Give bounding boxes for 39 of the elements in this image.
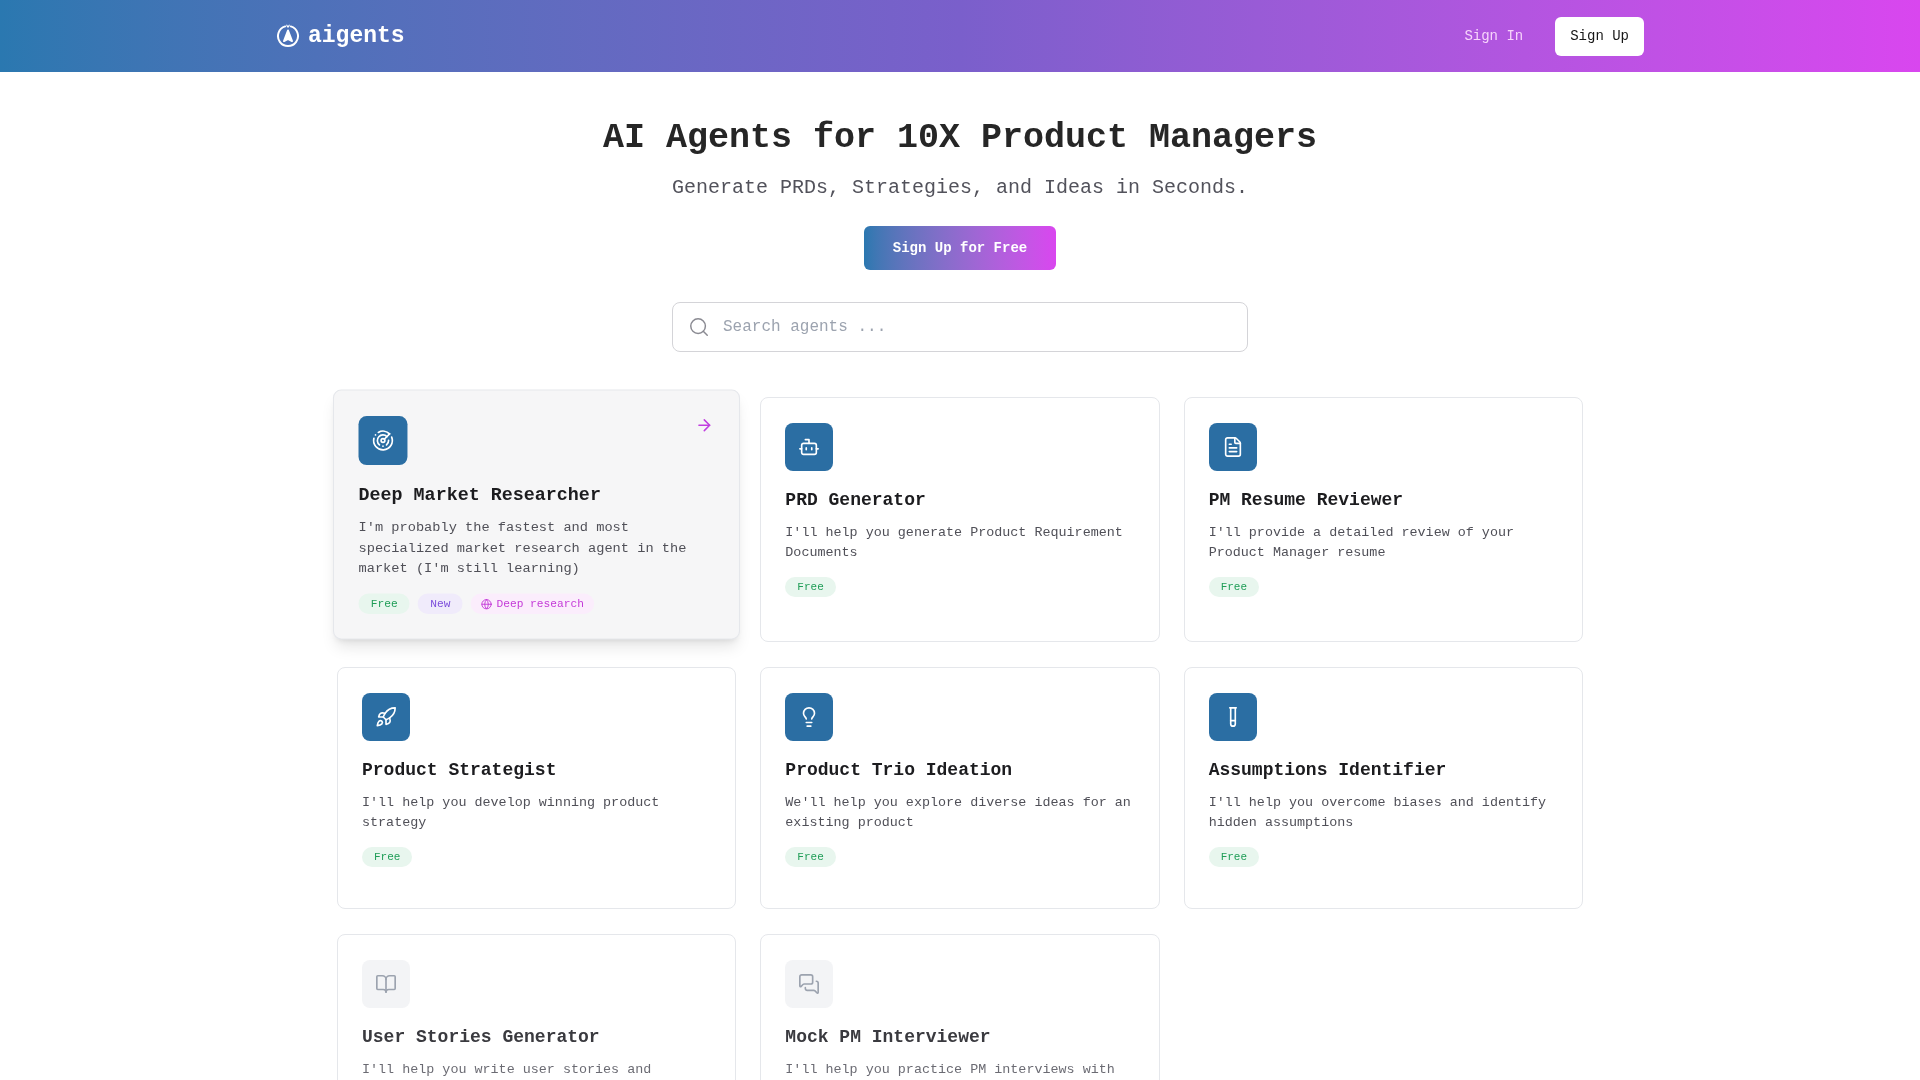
agent-description: I'll help you overcome biases and identify hidden assumptions xyxy=(1208,794,1548,832)
tag-label: Deep research xyxy=(496,596,584,612)
free-tag: Free xyxy=(785,577,836,597)
hero-subtitle: Generate PRDs, Strategies, and Ideas in Seconds. xyxy=(671,175,1249,201)
free-tag: Free xyxy=(1208,847,1260,867)
new-tag: New xyxy=(418,593,463,614)
free-tag: Free xyxy=(785,847,836,867)
agent-card[interactable]: PM Resume Reviewer I'll provide a detailed review of your Product Manager resume Free xyxy=(1183,397,1583,642)
agent-title: User Stories Generator xyxy=(362,1026,600,1049)
free-tag: Free xyxy=(1208,577,1260,597)
agent-description: I'll help you generate Product Requirement Documents xyxy=(785,524,1124,562)
globe-icon xyxy=(481,598,493,610)
search-field[interactable]: Search agents ... xyxy=(672,302,1248,352)
agent-card[interactable]: Deep Market Researcher I'm probably the fastest and most specialized market research agent in the market (I'm still learning) Free New Deep research xyxy=(333,389,741,640)
agent-title: Mock PM Interviewer xyxy=(785,1026,991,1049)
agent-title: Product Strategist xyxy=(362,759,557,782)
agent-title: Assumptions Identifier xyxy=(1208,759,1447,782)
free-tag: Free xyxy=(362,847,413,867)
agent-card[interactable]: Product Strategist I'll help you develop winning product strategy Free xyxy=(337,667,737,909)
agent-description: I'll help you practice PM interviews with xyxy=(785,1061,1115,1079)
agent-title: Deep Market Researcher xyxy=(358,483,601,507)
agent-title: Product Trio Ideation xyxy=(785,759,1013,782)
agent-description: I'll help you develop winning product strategy xyxy=(362,794,661,832)
agent-description: I'll help you write user stories and xyxy=(362,1061,652,1079)
agent-description: We'll help you explore diverse ideas for an existing product xyxy=(785,794,1132,832)
sign-up-free-button[interactable]: Sign Up for Free xyxy=(864,226,1056,270)
agent-title: PM Resume Reviewer xyxy=(1208,489,1404,512)
agent-title: PRD Generator xyxy=(785,489,926,512)
agent-card[interactable]: PRD Generator I'll help you generate Product Requirement Documents Free xyxy=(760,397,1160,642)
hero-title: AI Agents for 10X Product Managers xyxy=(602,117,1318,159)
agent-description: I'm probably the fastest and most specialized market research agent in the market (I'm still learning) xyxy=(358,519,688,579)
brand-name[interactable]: aigents xyxy=(308,24,405,48)
agent-card[interactable]: Product Trio Ideation We'll help you explore diverse ideas for an existing product Free xyxy=(760,667,1160,909)
search-icon xyxy=(688,316,710,338)
free-tag: Free xyxy=(358,593,410,614)
sign-up-button[interactable]: Sign Up xyxy=(1555,16,1644,56)
agent-card[interactable]: Assumptions Identifier I'll help you overcome biases and identify hidden assumptions Free xyxy=(1183,667,1583,909)
agent-description: I'll provide a detailed review of your Product Manager resume xyxy=(1208,524,1515,562)
compass-logo-icon xyxy=(276,24,300,48)
